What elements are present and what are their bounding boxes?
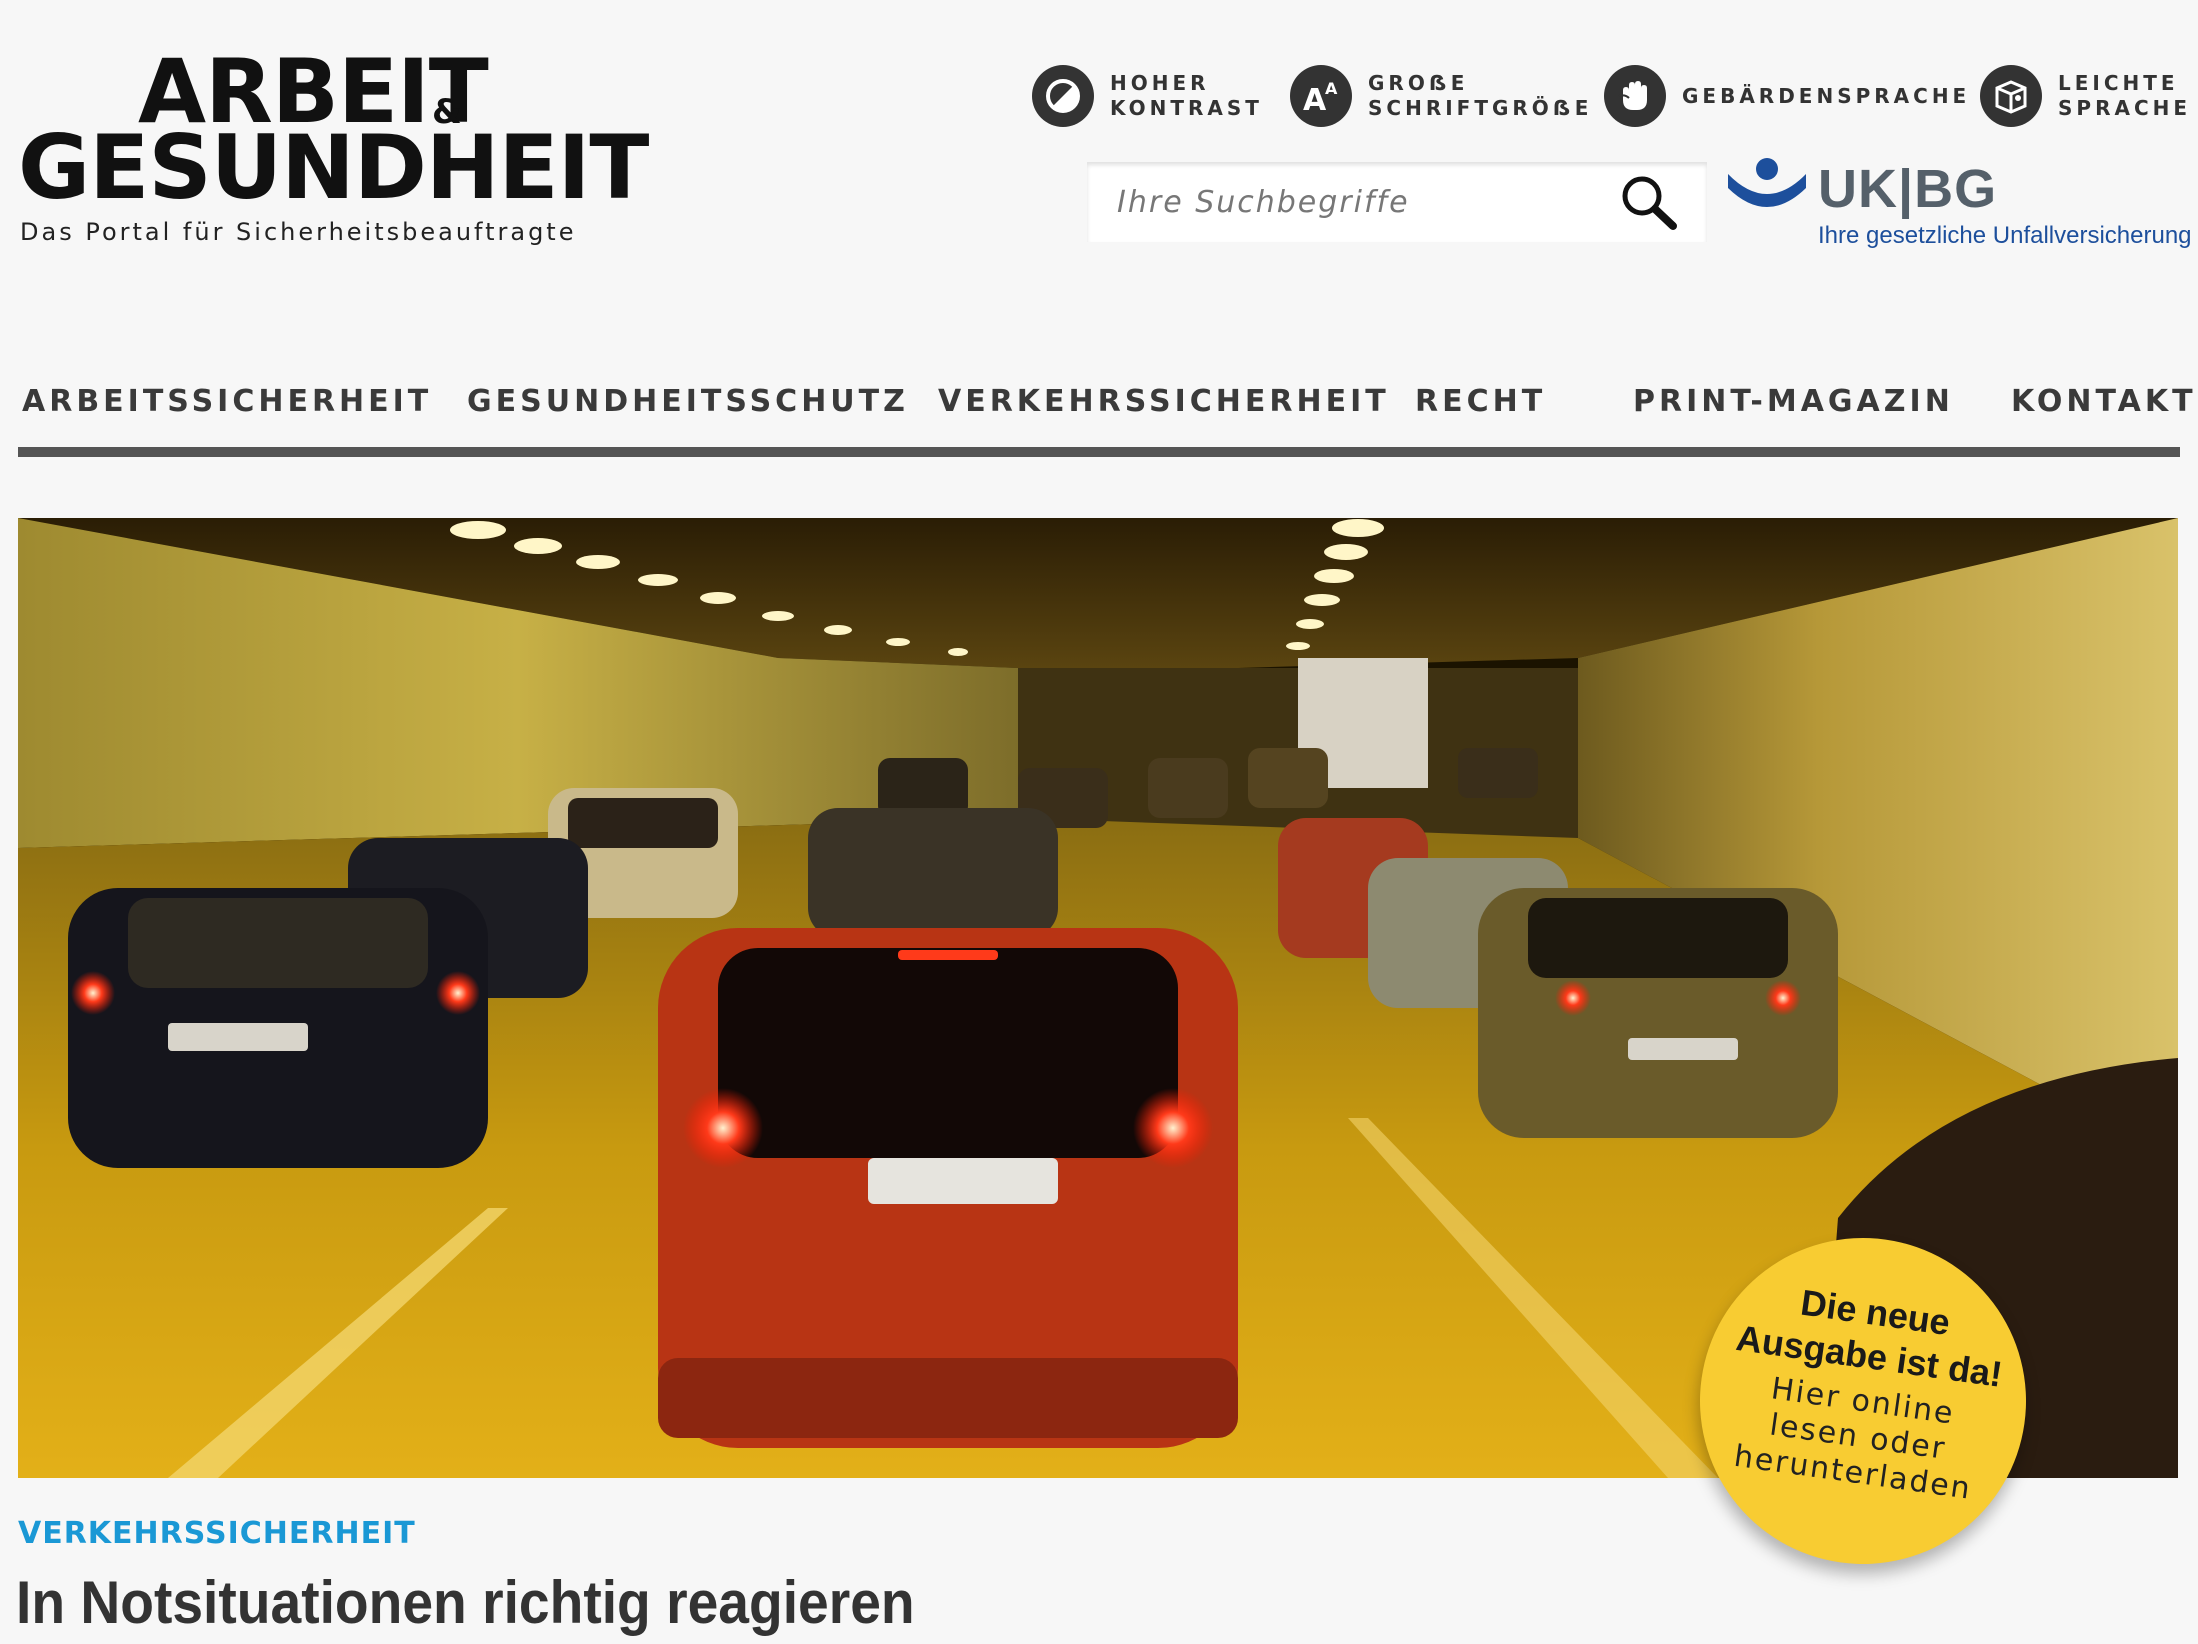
nav-item-verkehrssicherheit[interactable]: VERKEHRSSICHERHEIT	[938, 384, 1390, 419]
sign-language-label: GEBÄRDENSPRACHE	[1682, 83, 1971, 108]
logo-tagline: Das Portal für Sicherheitsbeauftragte	[20, 218, 577, 246]
ukbg-subtitle: Ihre gesetzliche Unfallversicherung	[1818, 222, 2192, 249]
large-font-button[interactable]: A A GROẞE SCHRIFTGRÖẞE	[1290, 58, 1592, 134]
article-title[interactable]: In Notsituationen richtig reagieren	[16, 1568, 915, 1637]
ukbg-logo[interactable]: UK|BG Ihre gesetzliche Unfallversicherun…	[1726, 156, 2192, 256]
sign-language-icon	[1604, 65, 1666, 127]
nav-item-print-magazin[interactable]: PRINT-MAGAZIN	[1633, 384, 1954, 419]
nav-item-arbeitssicherheit[interactable]: ARBEITSSICHERHEIT	[22, 384, 432, 419]
svg-text:A: A	[1325, 79, 1338, 98]
article-category[interactable]: VERKEHRSSICHERHEIT	[18, 1516, 416, 1551]
logo-word-gesundheit: GESUNDHEIT	[18, 116, 649, 219]
sign-language-button[interactable]: GEBÄRDENSPRACHE	[1604, 58, 1970, 134]
large-font-label: GROẞE SCHRIFTGRÖẞE	[1368, 71, 1593, 120]
nav-item-kontakt[interactable]: KONTAKT	[2011, 384, 2197, 419]
site-logo[interactable]: ARBEIT & GESUNDHEIT Das Portal für Siche…	[18, 48, 649, 258]
easy-language-button[interactable]: LEICHTE SPRACHE	[1980, 58, 2191, 134]
font-size-icon: A A	[1290, 65, 1352, 127]
high-contrast-label: HOHER KONTRAST	[1110, 71, 1263, 120]
contrast-icon	[1032, 65, 1094, 127]
search-icon	[1622, 176, 1677, 230]
search-button[interactable]	[1619, 174, 1679, 230]
high-contrast-button[interactable]: HOHER KONTRAST	[1032, 58, 1263, 134]
svg-text:A: A	[1303, 83, 1327, 116]
nav-item-gesundheitsschutz[interactable]: GESUNDHEITSSCHUTZ	[467, 384, 909, 419]
easy-language-icon	[1980, 65, 2042, 127]
search-bar	[1087, 162, 1707, 242]
ukbg-name: UK|BG	[1818, 159, 1998, 219]
nav-divider	[18, 447, 2180, 457]
ukbg-emblem-icon	[1728, 158, 1806, 207]
nav-item-recht[interactable]: RECHT	[1415, 384, 1546, 419]
search-input[interactable]	[1087, 162, 1607, 242]
easy-language-label: LEICHTE SPRACHE	[2058, 71, 2192, 120]
